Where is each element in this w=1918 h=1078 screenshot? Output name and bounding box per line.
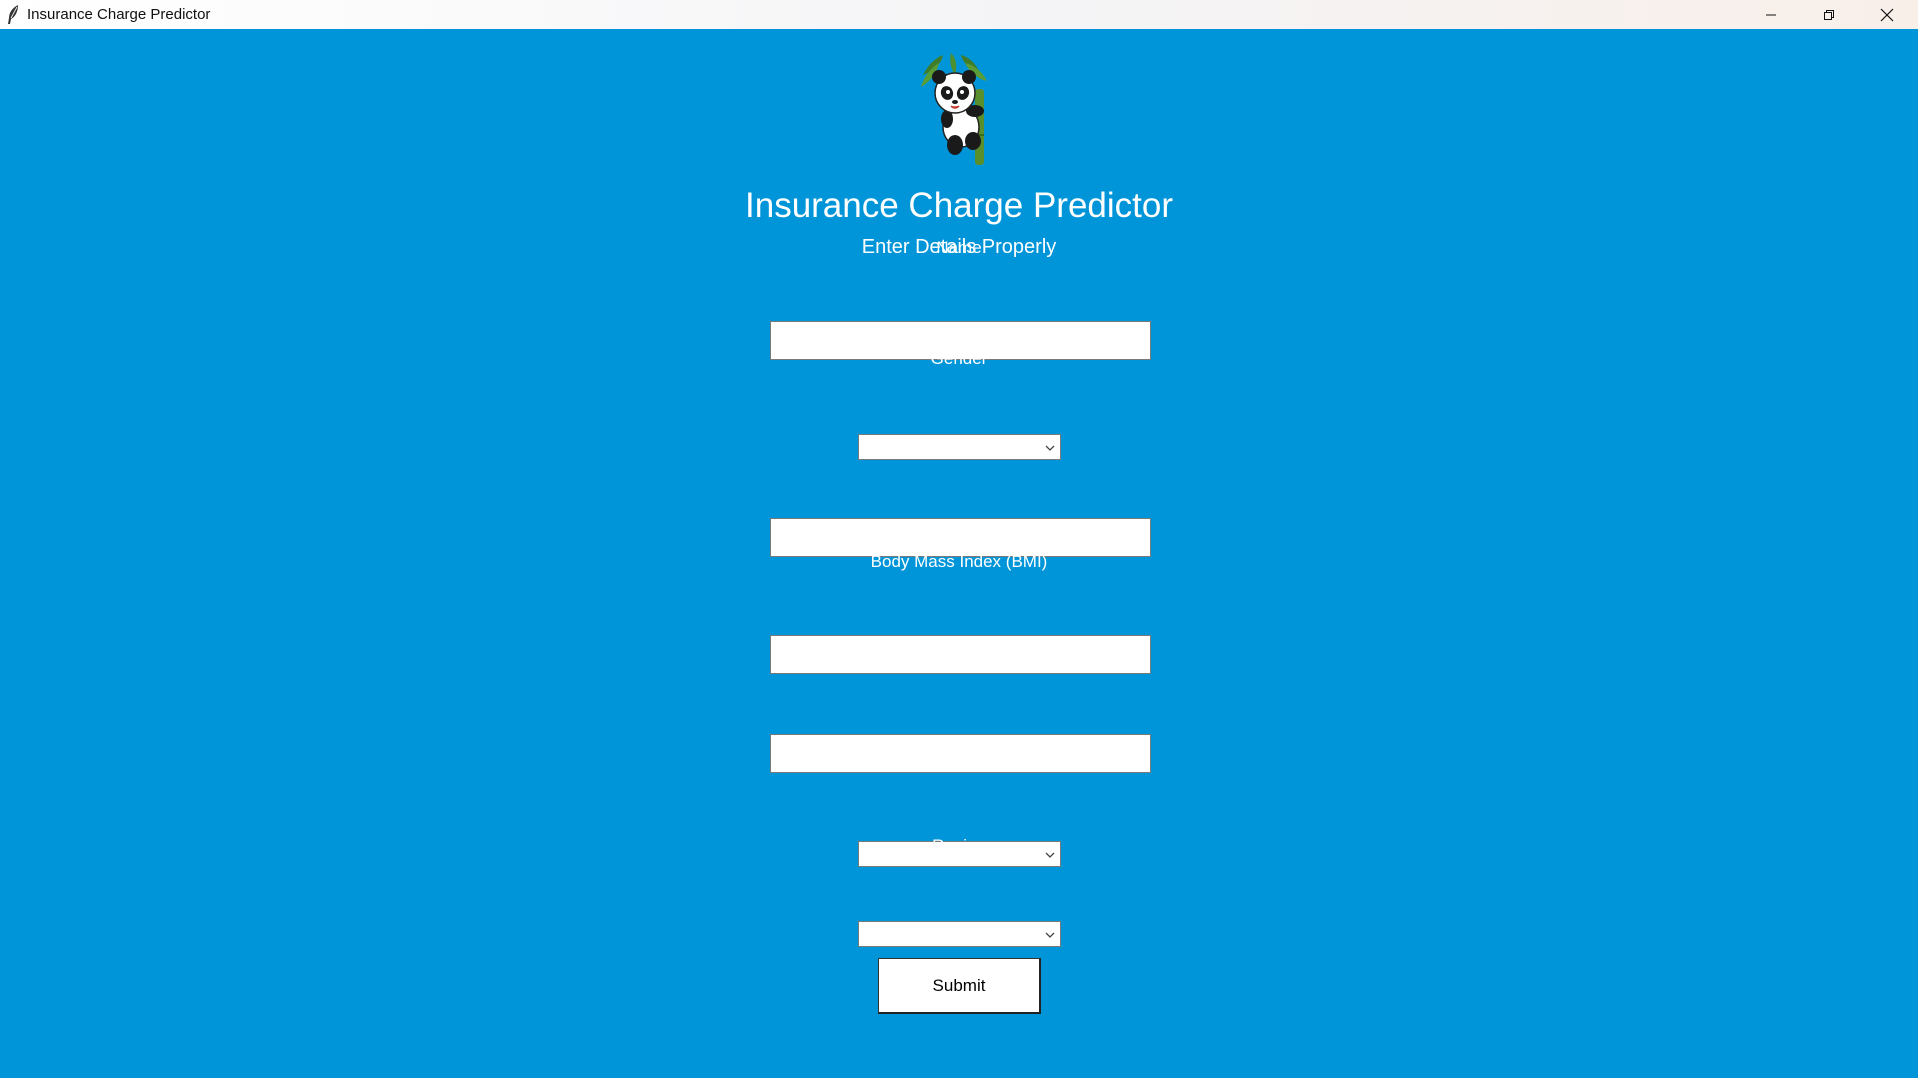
panda-logo — [921, 53, 987, 165]
feather-icon — [8, 5, 18, 24]
children-label: No. Of Children You Have — [861, 651, 1057, 670]
region-label: Region — [932, 836, 986, 855]
minimize-icon — [1766, 14, 1776, 15]
gender-label: Gender — [930, 349, 988, 368]
region-select[interactable] — [858, 921, 1061, 947]
age-label: Age — [943, 435, 975, 454]
name-label: Name — [936, 238, 982, 257]
restore-icon — [1824, 9, 1834, 20]
smoker-label: Smoker — [929, 756, 989, 775]
restore-button[interactable] — [1800, 0, 1858, 29]
main-panel: Insurance Charge Predictor Enter Details… — [0, 29, 1918, 1078]
submit-button[interactable]: Submit — [878, 958, 1041, 1014]
close-icon — [1880, 8, 1894, 21]
page-title: Insurance Charge Predictor — [745, 186, 1173, 225]
chevron-down-icon — [1045, 932, 1055, 938]
close-button[interactable] — [1858, 0, 1916, 29]
window-titlebar: Insurance Charge Predictor — [0, 0, 1918, 29]
bmi-label: Body Mass Index (BMI) — [870, 552, 1048, 571]
minimize-button[interactable] — [1742, 0, 1800, 29]
window-title: Insurance Charge Predictor — [27, 6, 211, 23]
